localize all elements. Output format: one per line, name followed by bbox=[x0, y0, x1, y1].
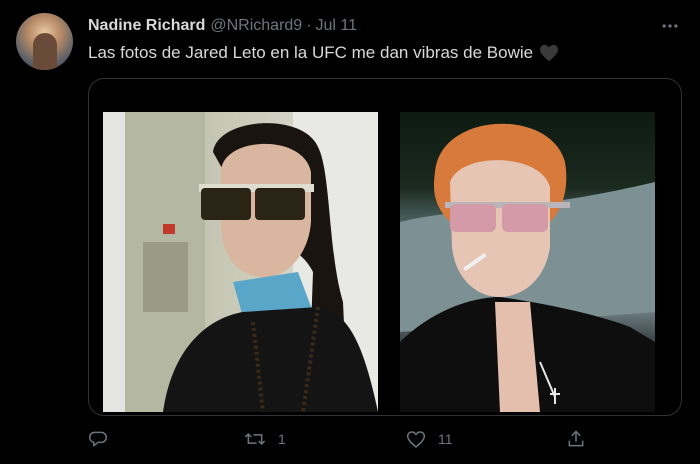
avatar-figure bbox=[33, 33, 57, 70]
tweet-card[interactable]: Nadine Richard @NRichard9 · Jul 11 Las f… bbox=[0, 0, 700, 464]
share-icon bbox=[568, 430, 584, 447]
more-icon bbox=[662, 24, 678, 28]
tweet-timestamp[interactable]: Jul 11 bbox=[316, 17, 358, 35]
header-separator: · bbox=[306, 17, 312, 34]
reply-button[interactable] bbox=[88, 426, 120, 452]
like-count: 11 bbox=[438, 431, 453, 447]
retweet-button[interactable]: 1 bbox=[244, 426, 286, 452]
heart-icon bbox=[406, 430, 426, 448]
retweet-count: 1 bbox=[278, 431, 286, 447]
tweet-actions-bar: 1 11 bbox=[88, 426, 680, 452]
retweet-icon bbox=[244, 432, 266, 446]
share-button[interactable] bbox=[566, 426, 598, 452]
tweet-text: Las fotos de Jared Leto en la UFC me dan… bbox=[88, 43, 559, 63]
media-photo-left[interactable] bbox=[103, 112, 378, 412]
reply-icon bbox=[88, 431, 108, 447]
media-attachment[interactable] bbox=[88, 78, 682, 416]
photo-left-illustration bbox=[103, 112, 378, 412]
tweet-text-content: Las fotos de Jared Leto en la UFC me dan… bbox=[88, 43, 534, 62]
tweet-header: Nadine Richard @NRichard9 · Jul 11 bbox=[88, 15, 357, 37]
author-handle[interactable]: @NRichard9 bbox=[210, 17, 302, 35]
more-options-button[interactable] bbox=[658, 14, 682, 38]
author-name[interactable]: Nadine Richard bbox=[88, 17, 205, 35]
like-button[interactable]: 11 bbox=[406, 426, 453, 452]
photo-right-illustration bbox=[400, 123, 655, 412]
media-photo-right[interactable] bbox=[400, 112, 655, 412]
black-heart-icon bbox=[539, 44, 559, 62]
avatar[interactable] bbox=[16, 13, 73, 70]
